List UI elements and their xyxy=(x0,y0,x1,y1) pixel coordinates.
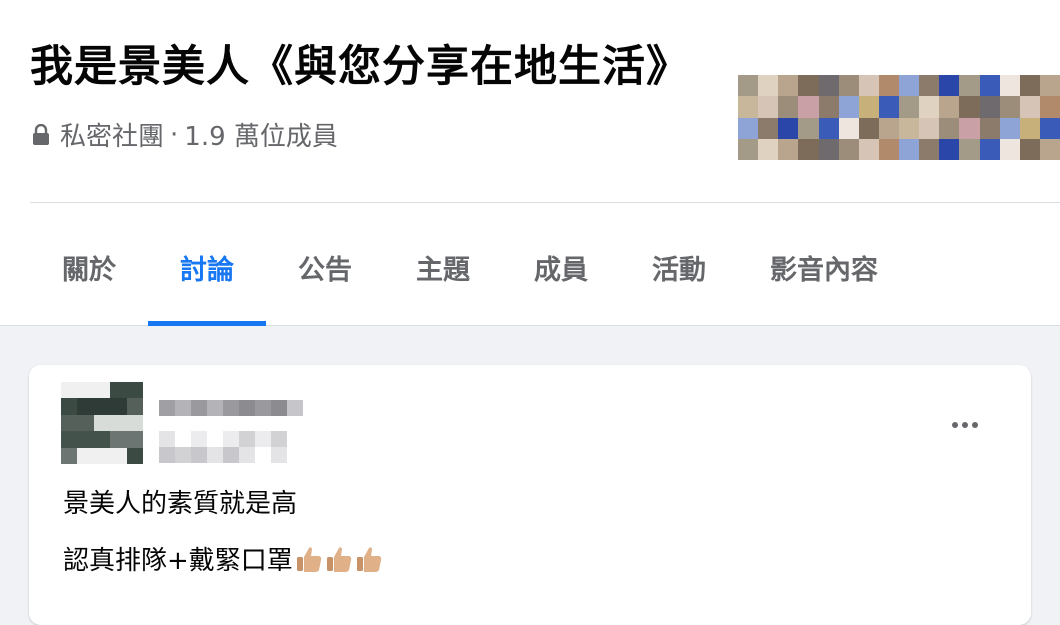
tab-label: 公告 xyxy=(298,255,352,286)
tab-events[interactable]: 活動 xyxy=(620,226,738,325)
post-line-1: 景美人的素質就是高 xyxy=(63,489,298,519)
group-header: 我是景美人《與您分享在地生活》 私密社團 · 1.9 萬位成員 關於 討論 公告… xyxy=(0,0,1060,326)
group-meta: 私密社團 · 1.9 萬位成員 xyxy=(32,116,338,153)
group-privacy: 私密社團 xyxy=(60,122,165,152)
post-text-line: 認真排隊+戴緊口罩 xyxy=(63,540,383,577)
tab-label: 主題 xyxy=(416,255,470,286)
lock-icon xyxy=(33,123,49,145)
tab-discussion[interactable]: 討論 xyxy=(148,226,266,326)
thumbs-up-icon xyxy=(296,546,322,572)
post-timestamp[interactable] xyxy=(159,431,287,463)
member-avatars[interactable] xyxy=(738,75,1060,160)
thumbs-up-icon xyxy=(326,546,352,572)
post-line-2: 認真排隊+戴緊口罩 xyxy=(63,546,293,576)
header-divider xyxy=(30,202,1060,203)
tab-label: 影音內容 xyxy=(770,255,878,286)
tab-about[interactable]: 關於 xyxy=(30,226,148,325)
tab-announcements[interactable]: 公告 xyxy=(266,226,384,325)
post-text-line: 景美人的素質就是高 xyxy=(63,483,297,520)
post-author-name[interactable] xyxy=(159,400,303,416)
post-author-avatar[interactable] xyxy=(61,382,143,464)
post-card: 景美人的素質就是高 認真排隊+戴緊口罩 xyxy=(29,365,1031,625)
group-member-count[interactable]: 1.9 萬位成員 xyxy=(184,116,338,153)
tab-media[interactable]: 影音內容 xyxy=(738,226,910,325)
more-horizontal-icon[interactable] xyxy=(947,415,983,435)
tab-label: 成員 xyxy=(534,255,588,286)
tab-members[interactable]: 成員 xyxy=(502,226,620,325)
tab-topics[interactable]: 主題 xyxy=(384,226,502,325)
group-tabs: 關於 討論 公告 主題 成員 活動 影音內容 xyxy=(30,226,910,326)
tab-label: 活動 xyxy=(652,255,706,286)
group-title: 我是景美人《與您分享在地生活》 xyxy=(30,42,690,92)
tab-label: 關於 xyxy=(62,255,116,286)
thumbs-up-icon xyxy=(356,546,382,572)
tab-label: 討論 xyxy=(180,255,234,286)
meta-separator: · xyxy=(170,119,179,150)
